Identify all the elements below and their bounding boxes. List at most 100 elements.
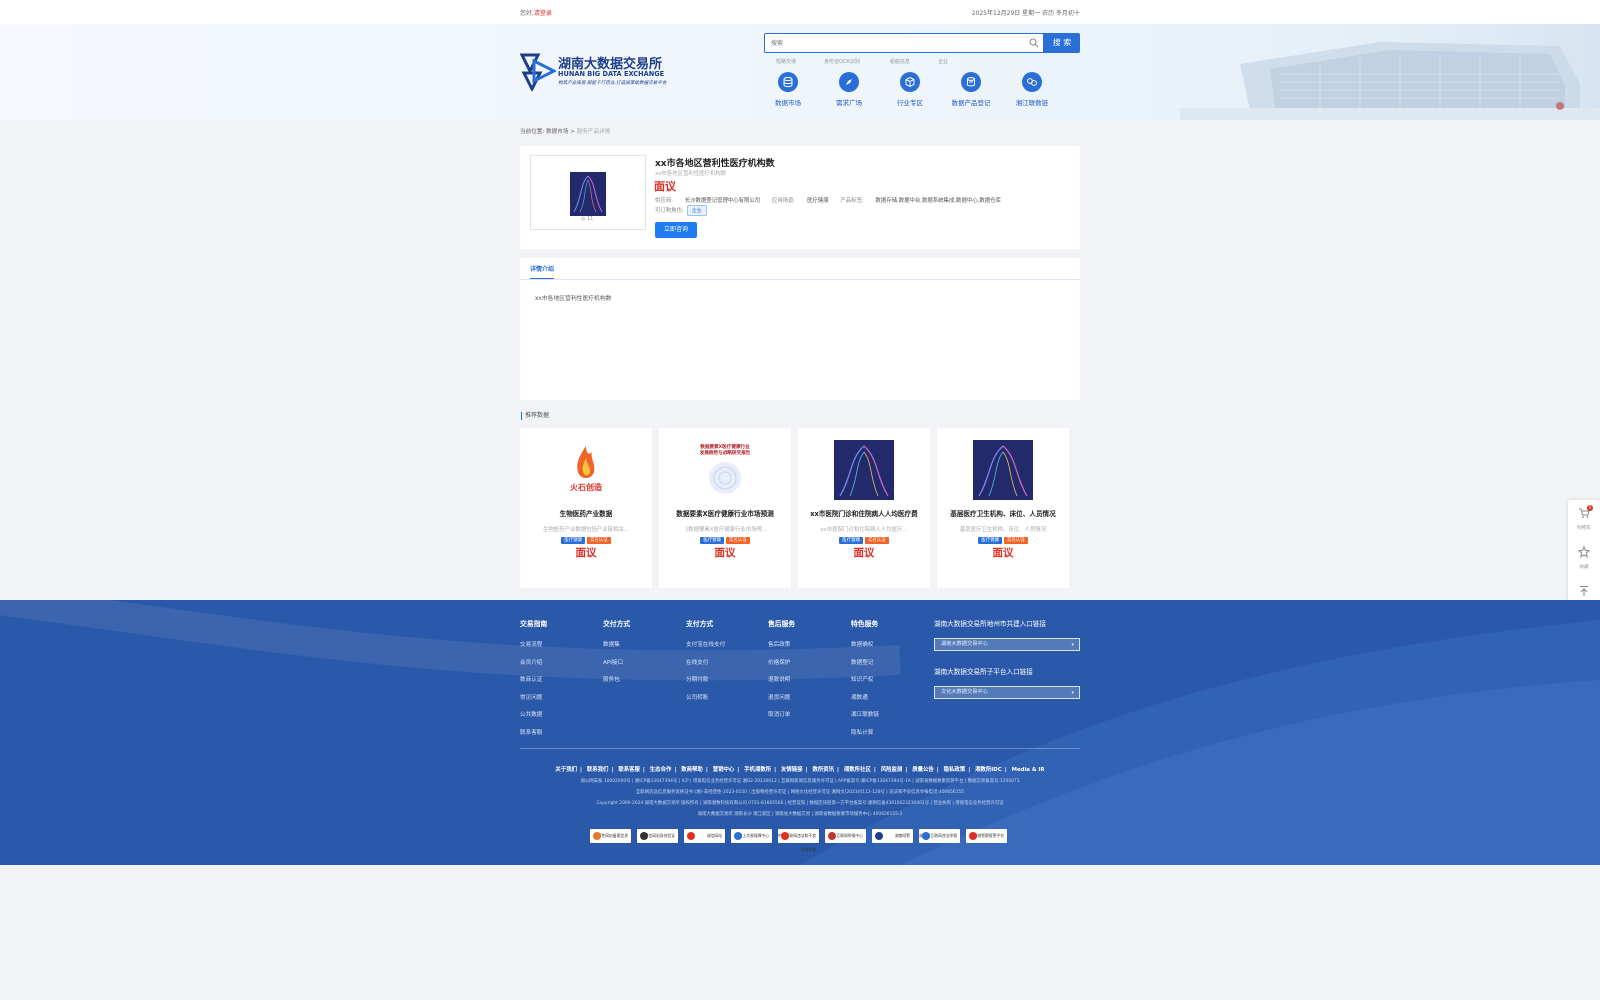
footer-nav-link[interactable]: 手机湘数所 xyxy=(744,767,771,773)
greeting: 您好,请登录 xyxy=(520,8,552,17)
footer-link[interactable]: 服务包 xyxy=(603,675,683,693)
detail-body: xx市各地区营利性医疗机构数 xyxy=(535,296,612,302)
footer-nav-link[interactable]: 数商帮助 xyxy=(681,767,703,773)
footer-nav-link[interactable]: 湘数所社区 xyxy=(844,767,871,773)
trust-badge[interactable]: 湖南网警 xyxy=(872,829,913,843)
trust-badge[interactable]: 网络警察报警平台 xyxy=(966,829,1007,843)
search-button[interactable]: 搜 索 xyxy=(1044,33,1080,53)
footer-nav-link[interactable]: 湘数所IDC xyxy=(975,767,1002,773)
tag-category: 医疗健康 xyxy=(839,537,863,544)
footer-nav: 关于我们 | 联系我们 | 联系客服 | 生态合作 | 数商帮助 | 营销中心 | 手机湘数… xyxy=(555,767,1045,773)
recommend-desc: xx市医院门诊和住院病人人均医疗... xyxy=(820,527,908,533)
site-logo[interactable]: 湖南大数据交易所 HUNAN BIG DATA EXCHANGE 构筑产业底层,… xyxy=(520,51,670,91)
footer-nav-link[interactable]: 关于我们 xyxy=(555,767,577,773)
footer-link[interactable]: 数据集 xyxy=(603,640,683,658)
recommend-card[interactable]: xx市医院门诊和住院病人人均医疗费 xx市医院门诊和住院病人人均医疗... 医疗… xyxy=(798,428,930,588)
sub-platform-select[interactable]: 文化大数据交易中心 ▾ xyxy=(934,686,1080,699)
footer-link[interactable]: 常见问题 xyxy=(520,693,600,711)
footer-link[interactable]: 会员介绍 xyxy=(520,658,600,676)
footer-link[interactable]: 公司转账 xyxy=(686,693,766,711)
trust-badge[interactable]: 中国互联网违法和不良信息举报 xyxy=(778,829,819,852)
city-portal-select[interactable]: 湖南大数据交易中心 ▾ xyxy=(934,638,1080,651)
hotword[interactable]: 企业 xyxy=(938,58,948,65)
nav-demand-square[interactable]: 需求广场 xyxy=(825,72,873,112)
product-thumbnail[interactable]: ◎ 11 xyxy=(530,155,646,230)
footer-nav-link[interactable]: 生态合作 xyxy=(650,767,672,773)
trust-badge[interactable]: 诚信网站 xyxy=(684,829,725,843)
trust-badge[interactable]: 经营性网站备案信息 xyxy=(590,829,631,843)
footer-link[interactable]: 湘江联数链 xyxy=(851,710,931,728)
trust-badge[interactable]: 可信网站身份验证 xyxy=(637,829,678,843)
footer-link[interactable]: API接口 xyxy=(603,658,683,676)
footer: 交易指南 交易流程 会员介绍 数商认证 常见问题 公共数据 联系客服 交付方式 … xyxy=(0,600,1600,865)
footer-nav-link[interactable]: 联系我们 xyxy=(587,767,609,773)
product-image xyxy=(570,172,606,216)
breadcrumb-parent[interactable]: 数据市场 xyxy=(546,129,568,135)
footer-nav-link[interactable]: 隐私政策 xyxy=(944,767,966,773)
main-nav: 数据市场 需求广场 行业专区 数据产品登记 湘江联数链 xyxy=(775,72,1076,112)
footer-nav-link[interactable]: 质量公告 xyxy=(912,767,934,773)
float-favorite[interactable]: 收藏 xyxy=(1568,539,1600,575)
footer-link[interactable]: 湘数通 xyxy=(851,693,931,711)
footer-link[interactable]: 退货问题 xyxy=(768,693,848,711)
hotword[interactable]: 身份证OCR识别 xyxy=(824,58,860,65)
footer-nav-link[interactable]: 风险监测 xyxy=(881,767,903,773)
trust-badge[interactable]: 互联网举报中心 xyxy=(825,829,866,843)
search-icon[interactable] xyxy=(1029,38,1039,48)
link-icon xyxy=(1027,78,1037,86)
footer-link[interactable]: 知识产权 xyxy=(851,675,931,693)
database-icon xyxy=(783,76,793,88)
footer-link[interactable]: 支付宝在线支付 xyxy=(686,640,766,658)
footer-nav-link[interactable]: Media & IR xyxy=(1012,767,1045,773)
footer-link[interactable]: 数据登记 xyxy=(851,658,931,676)
footer-link[interactable]: 隐私计算 xyxy=(851,728,931,746)
footer-link[interactable]: 联系客服 xyxy=(520,728,600,746)
provider-label: 供应商: xyxy=(655,198,673,204)
search-bar: 搜 索 xyxy=(764,33,1080,53)
login-link[interactable]: 请登录 xyxy=(534,10,552,17)
tab-detail-intro[interactable]: 详情介绍 xyxy=(530,264,555,279)
footer-nav-link[interactable]: 友情链接 xyxy=(781,767,803,773)
footer-nav-link[interactable]: 营销中心 xyxy=(713,767,735,773)
product-price: 面议 xyxy=(654,180,676,193)
footer-link[interactable]: 分期付款 xyxy=(686,675,766,693)
nav-xiangjiang-chain[interactable]: 湘江联数链 xyxy=(1008,72,1056,112)
footer-link[interactable]: 价格保护 xyxy=(768,658,848,676)
recommend-desc: 基层医疗卫生机构、床位、人员情况 xyxy=(959,527,1047,533)
footer-nav-link[interactable]: 联系客服 xyxy=(618,767,640,773)
footer-divider xyxy=(520,748,1080,749)
trust-badge[interactable]: 湖南省互联网违法举报 xyxy=(919,829,960,843)
trust-badge-label: 互联网举报中心 xyxy=(836,833,863,838)
hotword[interactable]: 短路交通 xyxy=(776,58,796,65)
trust-badge[interactable]: 网上交易保障中心 xyxy=(731,829,772,843)
footer-col-trade-guide: 交易指南 交易流程 会员介绍 数商认证 常见问题 公共数据 联系客服 xyxy=(520,618,600,745)
nav-industry-zone[interactable]: 行业专区 xyxy=(886,72,934,112)
footer-link[interactable]: 数据确权 xyxy=(851,640,931,658)
logo-slogan: 构筑产业底层,赋能千行百业,打造国家级数据交易平台 xyxy=(558,81,667,86)
footer-col-title: 特色服务 xyxy=(851,620,879,628)
footer-link[interactable]: 数商认证 xyxy=(520,675,600,693)
recommend-card[interactable]: 火石创造 生物医药产业数据 生物医药产业数据包括产业链相关... 医疗健康 实名认… xyxy=(520,428,652,588)
nav-product-register[interactable]: 数据产品登记 xyxy=(947,72,995,112)
footer-nav-link[interactable]: 数所资讯 xyxy=(812,767,834,773)
product-card: ◎ 11 xx市各地区营利性医疗机构数 xx市各地区营利性医疗机构数 面议 供应… xyxy=(520,146,1080,249)
float-cart[interactable]: 0 购物车 xyxy=(1568,500,1600,536)
product-title: xx市各地区营利性医疗机构数 xyxy=(655,159,775,169)
hotword[interactable]: 船舶信息 xyxy=(890,58,910,65)
recommend-card[interactable]: 基层医疗卫生机构、床位、人员情况 基层医疗卫生机构、床位、人员情况 医疗健康 实名… xyxy=(937,428,1069,588)
recommend-name: 基层医疗卫生机构、床位、人员情况 xyxy=(950,510,1056,518)
footer-col-title: 交易指南 xyxy=(520,620,548,628)
recommend-title: 推荐数据 xyxy=(521,412,549,420)
footer-link[interactable]: 售后政策 xyxy=(768,640,848,658)
footer-link[interactable]: 公共数据 xyxy=(520,710,600,728)
footer-link[interactable]: 取消订单 xyxy=(768,710,848,728)
nav-data-market[interactable]: 数据市场 xyxy=(764,72,812,112)
recommend-card[interactable]: 数据要素X医疗健康行业 发展趋势与战略研究报告 数据要素X医疗健康行业市场预测 … xyxy=(659,428,791,588)
search-input[interactable] xyxy=(771,38,1021,49)
footer-link[interactable]: 在线支付 xyxy=(686,658,766,676)
footer-legal-line: Copyright 2000-2024 湖南大数据交易所 版权所有 | 湖南湘数… xyxy=(596,801,1004,806)
footer-link[interactable]: 交易流程 xyxy=(520,640,600,658)
trust-badge-label: 湖南网警 xyxy=(894,833,910,838)
footer-link[interactable]: 退款说明 xyxy=(768,675,848,693)
consult-button[interactable]: 立即咨询 xyxy=(655,222,697,238)
